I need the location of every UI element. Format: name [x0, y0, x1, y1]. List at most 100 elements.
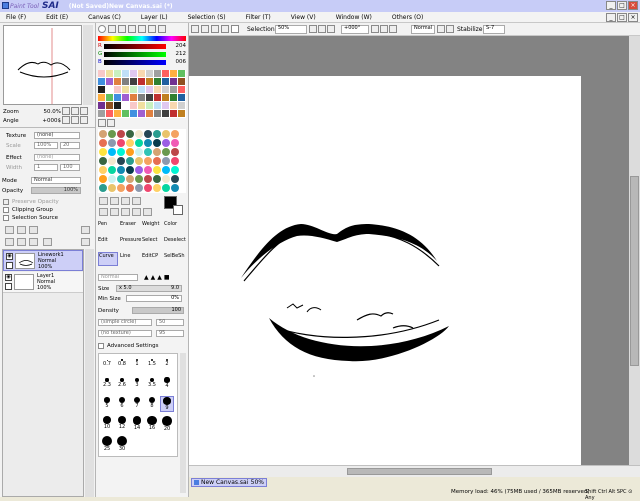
advanced-settings-checkbox[interactable]	[98, 342, 104, 349]
palette-color[interactable]	[126, 130, 134, 138]
tool-weight[interactable]: Weight	[142, 221, 164, 227]
density-slider[interactable]: 100	[132, 307, 184, 314]
stabilize-select[interactable]: S-7	[483, 25, 505, 34]
edge-hard-icon[interactable]: ▲	[144, 274, 149, 281]
color-swatch[interactable]	[170, 78, 177, 85]
rect-select-icon[interactable]	[99, 197, 108, 205]
color-swatch[interactable]	[122, 102, 129, 109]
menu-filter[interactable]: Filter (T)	[246, 14, 271, 21]
brush-blend-select[interactable]: Normal	[98, 274, 138, 281]
canvas-zoom-reset-button[interactable]	[327, 25, 335, 33]
brush-size-preset[interactable]: 3.5	[145, 376, 159, 392]
tool-line[interactable]: Line	[120, 253, 142, 259]
color-swatch[interactable]	[178, 94, 185, 101]
menu-selection[interactable]: Selection (S)	[188, 14, 226, 21]
transfer-down-button[interactable]	[5, 238, 14, 246]
color-swatch[interactable]	[98, 110, 105, 117]
color-swatch[interactable]	[154, 94, 161, 101]
secondary-color[interactable]	[173, 205, 183, 215]
move-icon[interactable]	[99, 208, 108, 216]
color-swatch[interactable]	[138, 70, 145, 77]
brush-size-preset[interactable]: 12	[115, 416, 129, 432]
palette-color[interactable]	[108, 148, 116, 156]
color-swatch[interactable]	[170, 110, 177, 117]
palette-color[interactable]	[135, 148, 143, 156]
angle-select[interactable]: +000°	[341, 25, 369, 34]
palette-color[interactable]	[117, 139, 125, 147]
lasso-icon[interactable]	[110, 197, 119, 205]
rotate-left-button[interactable]	[62, 116, 70, 124]
color-swatch[interactable]	[106, 94, 113, 101]
doc-minimize-button[interactable]: _	[606, 13, 616, 22]
color-swatch[interactable]	[146, 78, 153, 85]
color-swatch[interactable]	[138, 94, 145, 101]
palette-color[interactable]	[117, 166, 125, 174]
canvas-zoom-in-button[interactable]	[318, 25, 326, 33]
layer-option-button[interactable]	[81, 226, 90, 234]
swatch-remove-button[interactable]	[107, 119, 115, 127]
hue-slider[interactable]	[98, 36, 186, 41]
color-swatch[interactable]	[130, 78, 137, 85]
color-swatch[interactable]	[114, 78, 121, 85]
tool-pressure[interactable]: Pressure	[120, 237, 142, 243]
canvas-paper[interactable]	[189, 76, 581, 465]
blue-value[interactable]: 006	[176, 59, 187, 65]
zoom-in-button[interactable]	[71, 107, 79, 115]
color-swatch[interactable]	[162, 110, 169, 117]
flip-vertical-button[interactable]	[446, 25, 454, 33]
palette-color[interactable]	[117, 184, 125, 192]
menu-edit[interactable]: Edit (E)	[46, 14, 68, 21]
doc-close-button[interactable]: ×	[628, 13, 638, 22]
color-swatch[interactable]	[130, 86, 137, 93]
color-swatch[interactable]	[154, 102, 161, 109]
palette-color[interactable]	[162, 166, 170, 174]
color-swatch[interactable]	[130, 110, 137, 117]
canvas-vscrollbar[interactable]	[629, 36, 640, 465]
green-value[interactable]: 212	[176, 51, 187, 57]
brush-size-preset[interactable]: 4	[160, 376, 174, 392]
eyedropper-icon[interactable]	[132, 197, 141, 205]
palette-color[interactable]	[162, 184, 170, 192]
hsv-slider-button[interactable]	[118, 25, 126, 33]
palette-color[interactable]	[162, 157, 170, 165]
color-swatch[interactable]	[162, 94, 169, 101]
brush-size-preset[interactable]: 8	[145, 396, 159, 412]
color-swatch[interactable]	[178, 70, 185, 77]
palette-color[interactable]	[99, 157, 107, 165]
color-swatch[interactable]	[170, 86, 177, 93]
texture-strength-field[interactable]: 20	[60, 142, 80, 149]
palette-color[interactable]	[117, 157, 125, 165]
color-swatch[interactable]	[178, 78, 185, 85]
merge-visible-button[interactable]	[81, 238, 90, 246]
swatches-button[interactable]	[138, 25, 146, 33]
palette-color[interactable]	[108, 175, 116, 183]
tool-selbesh[interactable]: SelBeSh	[164, 253, 186, 259]
color-swatch[interactable]	[98, 70, 105, 77]
doc-maximize-button[interactable]: □	[617, 13, 627, 22]
palette-color[interactable]	[117, 130, 125, 138]
close-button[interactable]: ×	[628, 1, 638, 10]
texture-select[interactable]: (none)	[34, 132, 80, 139]
palette-color[interactable]	[171, 130, 179, 138]
palette-color[interactable]	[135, 130, 143, 138]
merge-down-button[interactable]	[17, 238, 26, 246]
color-swatch[interactable]	[122, 94, 129, 101]
swatch-add-button[interactable]	[98, 119, 106, 127]
palette-color[interactable]	[171, 166, 179, 174]
edge-medium-icon[interactable]: ▲	[151, 274, 156, 281]
new-layer-button[interactable]	[5, 226, 14, 234]
tool-pen[interactable]: Pen	[98, 221, 120, 227]
palette-color[interactable]	[117, 148, 125, 156]
color-swatch[interactable]	[130, 94, 137, 101]
invert-selection-button[interactable]	[221, 25, 229, 33]
effect-select[interactable]: (none)	[34, 154, 80, 161]
palette-color[interactable]	[144, 148, 152, 156]
eye-icon[interactable]: ◉	[6, 253, 13, 260]
color-swatch[interactable]	[162, 86, 169, 93]
navigator-scrollbar[interactable]	[83, 25, 93, 105]
color-swatch[interactable]	[178, 102, 185, 109]
swatch-grid[interactable]	[98, 70, 186, 118]
zoom-select[interactable]: 50%	[275, 25, 307, 34]
color-swatch[interactable]	[114, 102, 121, 109]
selection-source-checkbox[interactable]	[3, 214, 9, 221]
